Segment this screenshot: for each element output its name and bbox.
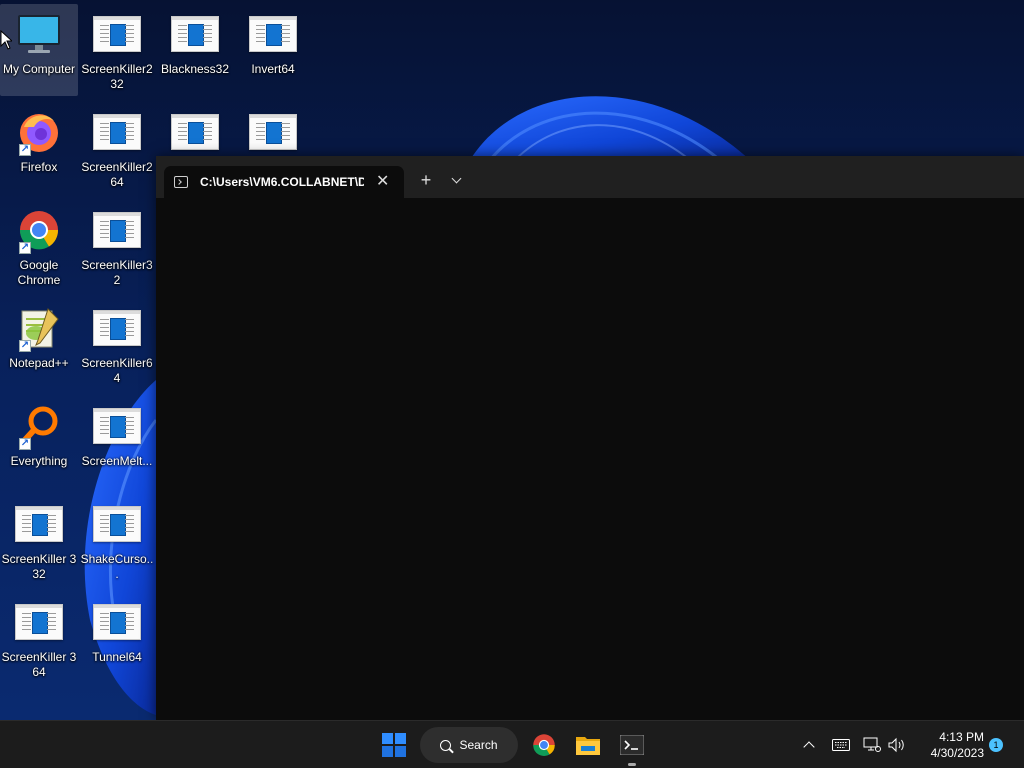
chrome-icon [533,734,555,756]
executable-icon [169,8,221,60]
firefox-icon: ↗ [13,106,65,158]
new-tab-button[interactable]: + [416,170,436,190]
running-indicator [628,763,636,766]
shortcut-arrow-icon: ↗ [19,144,31,156]
search-label: Search [459,738,498,752]
magnifier-icon: ↗ [13,400,65,452]
start-button[interactable] [376,727,412,763]
taskbar: Search 4:13 PM 4/30/2023 1 [0,720,1024,768]
chrome-icon: ↗ [13,204,65,256]
terminal-titlebar[interactable]: C:\Users\VM6.COLLABNET\De ✕ + [156,156,1024,198]
desktop-icon-label: Everything [10,454,68,468]
desktop-icon-label: Blackness32 [160,62,230,76]
shortcut-arrow-icon: ↗ [19,242,31,254]
executable-icon [169,106,221,158]
keyboard-icon [832,739,850,751]
desktop-icon-label: Firefox [20,160,58,174]
desktop-icon-screenkiller2-32[interactable]: ScreenKiller2 32 [78,4,156,96]
tab-title: C:\Users\VM6.COLLABNET\De [200,175,364,189]
desktop-icon-screenmelt[interactable]: ScreenMelt... [78,396,156,488]
search-button[interactable]: Search [420,727,518,763]
search-icon [440,739,452,751]
desktop-icon-invert64[interactable]: Invert64 [234,4,312,96]
terminal-icon [620,735,644,755]
taskbar-terminal-button[interactable] [614,727,650,766]
notepad-plus-plus-icon: ↗ [13,302,65,354]
desktop-icon-label: ScreenKiller2 32 [81,62,153,91]
clock-time: 4:13 PM [939,730,984,744]
desktop-icon-label: ShakeCurso... [80,552,154,581]
desktop-icon-label: ScreenMelt... [81,454,153,468]
desktop-icon-label: ScreenKiller 3 32 [1,552,77,581]
cmd-icon [174,176,188,188]
desktop-icon-label: Invert64 [251,62,295,76]
desktop-icon-blackness32[interactable]: Blackness32 [156,4,234,96]
volume-button[interactable] [886,727,908,763]
executable-icon [91,204,143,256]
shortcut-arrow-icon: ↗ [19,340,31,352]
windows-logo-icon [382,733,406,757]
desktop-icon-label: ScreenKiller2 64 [81,160,153,189]
network-button[interactable] [862,727,882,763]
executable-icon [91,106,143,158]
taskbar-clock[interactable]: 4:13 PM 4/30/2023 [914,729,984,761]
desktop-icon-tunnel64[interactable]: Tunnel64 [78,592,156,684]
executable-icon [91,8,143,60]
executable-icon [91,302,143,354]
executable-icon [91,596,143,648]
desktop-icon-firefox[interactable]: ↗ Firefox [0,102,78,194]
desktop-icon-label: Notepad++ [9,356,69,370]
desktop-icon-google-chrome[interactable]: ↗ Google Chrome [0,200,78,292]
desktop-icon-label: Tunnel64 [92,650,142,664]
tab-dropdown-button[interactable] [446,170,466,190]
notification-badge[interactable]: 1 [989,738,1003,752]
desktop-icon-label: ScreenKiller 3 64 [1,650,77,679]
touch-keyboard-button[interactable] [830,727,852,763]
executable-icon [247,8,299,60]
show-hidden-icons-button[interactable] [800,727,818,763]
desktop-icon-screenkiller3-32[interactable]: ScreenKiller 3 32 [0,494,78,586]
mouse-cursor-icon [0,30,12,50]
desktop-icon-screenkiller3-64[interactable]: ScreenKiller 3 64 [0,592,78,684]
chevron-up-icon [803,741,815,753]
desktop-icon-label: ScreenKiller32 [81,258,153,287]
desktop-icon-label: Google Chrome [17,258,61,287]
folder-icon [576,737,600,755]
monitor-icon [13,8,65,60]
network-icon [863,737,881,752]
executable-icon [91,400,143,452]
desktop-icon-my-computer[interactable]: My Computer [0,4,78,96]
executable-icon [91,498,143,550]
terminal-tab[interactable]: C:\Users\VM6.COLLABNET\De ✕ [164,166,404,198]
taskbar-chrome-button[interactable] [526,727,562,763]
executable-icon [13,596,65,648]
close-tab-button[interactable]: ✕ [376,174,389,190]
shortcut-arrow-icon: ↗ [19,438,31,450]
taskbar-file-explorer-button[interactable] [570,727,606,763]
desktop-icon-notepad-plus-plus[interactable]: ↗ Notepad++ [0,298,78,390]
executable-icon [13,498,65,550]
desktop-icon-label: My Computer [2,62,76,76]
executable-icon [247,106,299,158]
desktop-icon-shakecursor[interactable]: ShakeCurso... [78,494,156,586]
desktop-icon-screenkiller64[interactable]: ScreenKiller64 [78,298,156,390]
desktop-icon-label: ScreenKiller64 [81,356,153,385]
chevron-down-icon [451,173,461,183]
desktop-icon-screenkiller2-64[interactable]: ScreenKiller2 64 [78,102,156,194]
clock-date: 4/30/2023 [930,746,984,760]
terminal-window[interactable]: C:\Users\VM6.COLLABNET\De ✕ + [156,156,1024,720]
desktop-icon-everything[interactable]: ↗ Everything [0,396,78,488]
speaker-icon [888,737,904,753]
desktop-icon-screenkiller32[interactable]: ScreenKiller32 [78,200,156,292]
terminal-content[interactable] [156,198,1024,720]
